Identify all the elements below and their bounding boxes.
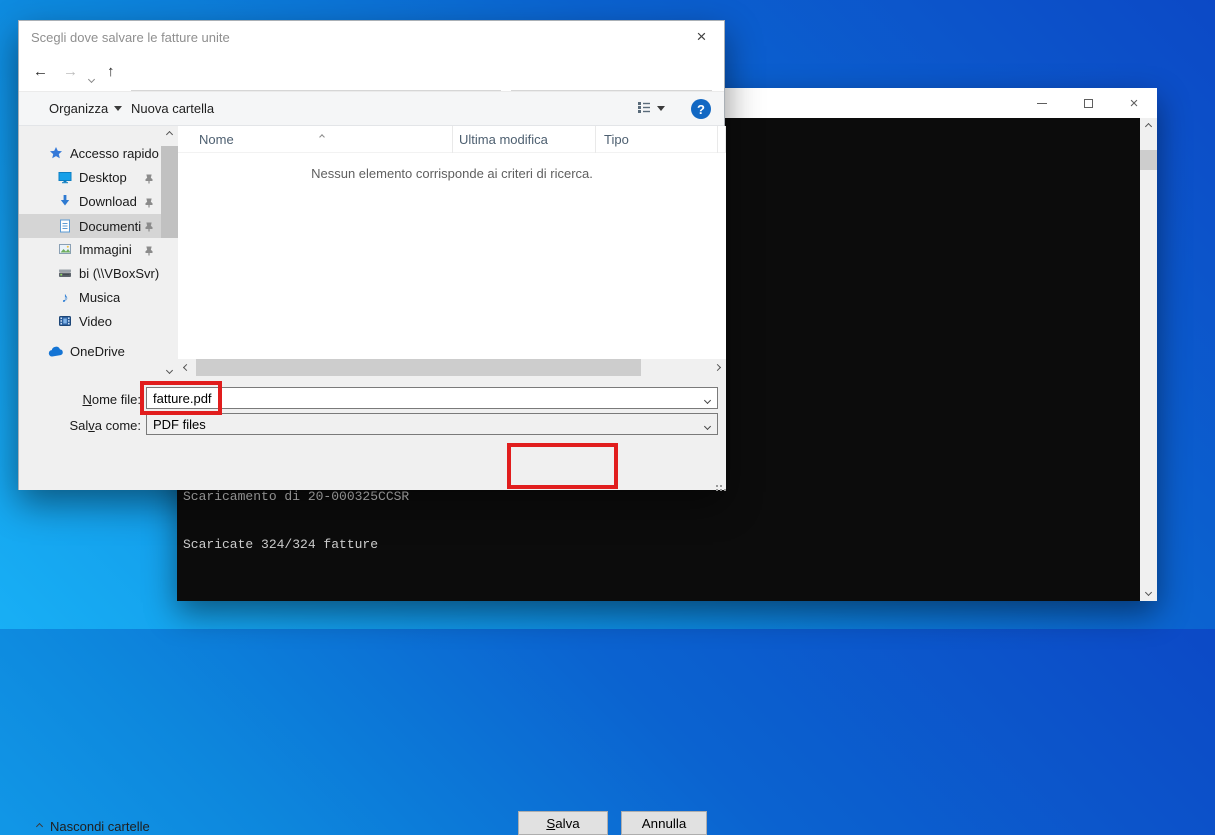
filename-label: Nome file:	[19, 392, 141, 407]
view-mode-button[interactable]	[637, 92, 665, 125]
close-button[interactable]: ×	[1111, 88, 1157, 118]
empty-folder-message: Nessun elemento corrisponde ai criteri d…	[178, 166, 726, 181]
dialog-main: Accesso rapido Desktop Download Document…	[19, 126, 726, 379]
quick-access-star-icon	[48, 146, 64, 160]
filename-combobox[interactable]	[146, 387, 718, 409]
sidebar-item-accesso-rapido[interactable]: Accesso rapido	[19, 142, 161, 164]
pin-icon	[144, 172, 154, 182]
sidebar-item-label: OneDrive	[70, 344, 125, 359]
dialog-title: Scegli dove salvare le fatture unite	[31, 30, 230, 45]
download-icon	[57, 194, 73, 208]
column-header-nome[interactable]: Nome	[178, 126, 453, 153]
maximize-button[interactable]	[1065, 88, 1111, 118]
column-headers: Nome Ultima modifica Tipo	[178, 126, 726, 153]
scroll-left-icon[interactable]	[178, 359, 195, 376]
pin-icon	[144, 220, 154, 230]
navigation-sidebar: Accesso rapido Desktop Download Document…	[19, 126, 161, 379]
scroll-up-icon[interactable]	[161, 126, 178, 143]
hide-folders-button[interactable]: Nascondi cartelle	[37, 819, 150, 834]
maximize-icon	[1084, 99, 1093, 108]
console-scrollbar[interactable]	[1140, 118, 1157, 601]
pin-icon	[144, 244, 154, 254]
scrollbar-thumb[interactable]	[161, 146, 178, 238]
annotation-box-save-button	[507, 443, 618, 489]
file-list: Nome Ultima modifica Tipo Nessun element…	[178, 126, 726, 379]
minimize-button[interactable]	[1019, 88, 1065, 118]
up-button[interactable]: ↑	[107, 63, 115, 81]
onedrive-icon	[48, 344, 64, 358]
music-icon: ♪	[57, 290, 73, 304]
desktop-icon	[57, 170, 73, 184]
column-header-partial[interactable]	[718, 126, 726, 153]
close-icon: ×	[697, 27, 707, 47]
sidebar-item-label: bi (\\VBoxSvr) (Z	[79, 266, 161, 281]
sidebar-item-documenti[interactable]: Documenti	[19, 214, 161, 238]
network-drive-icon	[57, 266, 73, 280]
pin-icon	[144, 196, 154, 206]
sidebar-item-download[interactable]: Download	[19, 190, 161, 212]
chevron-down-icon[interactable]	[705, 417, 710, 432]
documents-icon	[57, 219, 73, 233]
annotation-box-filename	[140, 381, 222, 415]
new-folder-button[interactable]: Nuova cartella	[131, 92, 214, 125]
column-header-ultima-modifica[interactable]: Ultima modifica	[453, 126, 596, 153]
sidebar-item-onedrive[interactable]: OneDrive	[19, 340, 161, 362]
save-button[interactable]: Salva	[518, 811, 608, 835]
close-icon: ×	[1130, 96, 1139, 111]
chevron-down-icon[interactable]	[705, 391, 710, 406]
dialog-titlebar: Scegli dove salvare le fatture unite ×	[19, 21, 724, 53]
horizontal-scrollbar[interactable]	[178, 359, 726, 376]
savetype-label: Salva come:	[19, 418, 141, 433]
video-icon	[57, 314, 73, 328]
sidebar-item-musica[interactable]: ♪ Musica	[19, 286, 161, 308]
console-line: Scaricate 324/324 fatture	[183, 537, 409, 553]
hide-folders-label: Nascondi cartelle	[50, 819, 150, 834]
sidebar-item-vboxsvr-drive[interactable]: bi (\\VBoxSvr) (Z	[19, 262, 161, 284]
organize-label: Organizza	[49, 101, 108, 116]
help-button[interactable]	[691, 99, 711, 119]
save-dialog: Scegli dove salvare le fatture unite × ←…	[18, 20, 725, 490]
scrollbar-thumb[interactable]	[196, 359, 641, 376]
chevron-down-icon	[114, 106, 122, 111]
desktop: { "annotation_color": "#e11d1d", "save_d…	[0, 0, 1215, 629]
dialog-bottom-panel: Nome file: Salva come: PDF files Nascond…	[19, 376, 726, 490]
sidebar-item-label: Documenti	[79, 219, 141, 234]
savetype-combobox[interactable]: PDF files	[146, 413, 718, 435]
sidebar-item-label: Accesso rapido	[70, 146, 159, 161]
sidebar-item-video[interactable]: Video	[19, 310, 161, 332]
details-view-icon	[637, 101, 651, 116]
history-dropdown-icon[interactable]	[89, 69, 94, 87]
scroll-down-icon[interactable]	[1140, 584, 1157, 601]
resize-grip-dot	[716, 485, 718, 487]
minimize-icon	[1037, 103, 1047, 104]
savetype-value: PDF files	[147, 415, 701, 433]
sort-ascending-icon	[320, 127, 324, 142]
sidebar-item-label: Desktop	[79, 170, 127, 185]
sidebar-scrollbar[interactable]	[161, 126, 178, 379]
sidebar-item-desktop[interactable]: Desktop	[19, 166, 161, 188]
sidebar-item-immagini[interactable]: Immagini	[19, 238, 161, 260]
back-button[interactable]: ←	[33, 63, 48, 81]
chevron-down-icon	[657, 106, 665, 111]
command-toolbar: Organizza Nuova cartella	[19, 91, 724, 126]
filename-input[interactable]	[147, 389, 701, 407]
new-folder-label: Nuova cartella	[131, 101, 214, 116]
chevron-up-icon	[36, 823, 43, 830]
pictures-icon	[57, 242, 73, 256]
sidebar-item-label: Download	[79, 194, 137, 209]
forward-button[interactable]: →	[63, 63, 78, 81]
console-line: Scaricamento di 20-000325CCSR	[183, 489, 409, 505]
organize-menu-button[interactable]: Organizza	[49, 92, 122, 125]
column-header-tipo[interactable]: Tipo	[596, 126, 718, 153]
scrollbar-thumb[interactable]	[1140, 150, 1157, 170]
resize-grip-icon[interactable]	[720, 485, 722, 487]
scroll-up-icon[interactable]	[1140, 118, 1157, 135]
sidebar-item-label: Immagini	[79, 242, 132, 257]
sidebar-item-label: Video	[79, 314, 112, 329]
navigation-bar: ← → ↑ Questo PC Documenti	[19, 53, 724, 91]
sidebar-item-label: Musica	[79, 290, 120, 305]
close-button[interactable]: ×	[679, 21, 724, 52]
cancel-button[interactable]: Annulla	[621, 811, 707, 835]
scroll-right-icon[interactable]	[709, 359, 726, 376]
